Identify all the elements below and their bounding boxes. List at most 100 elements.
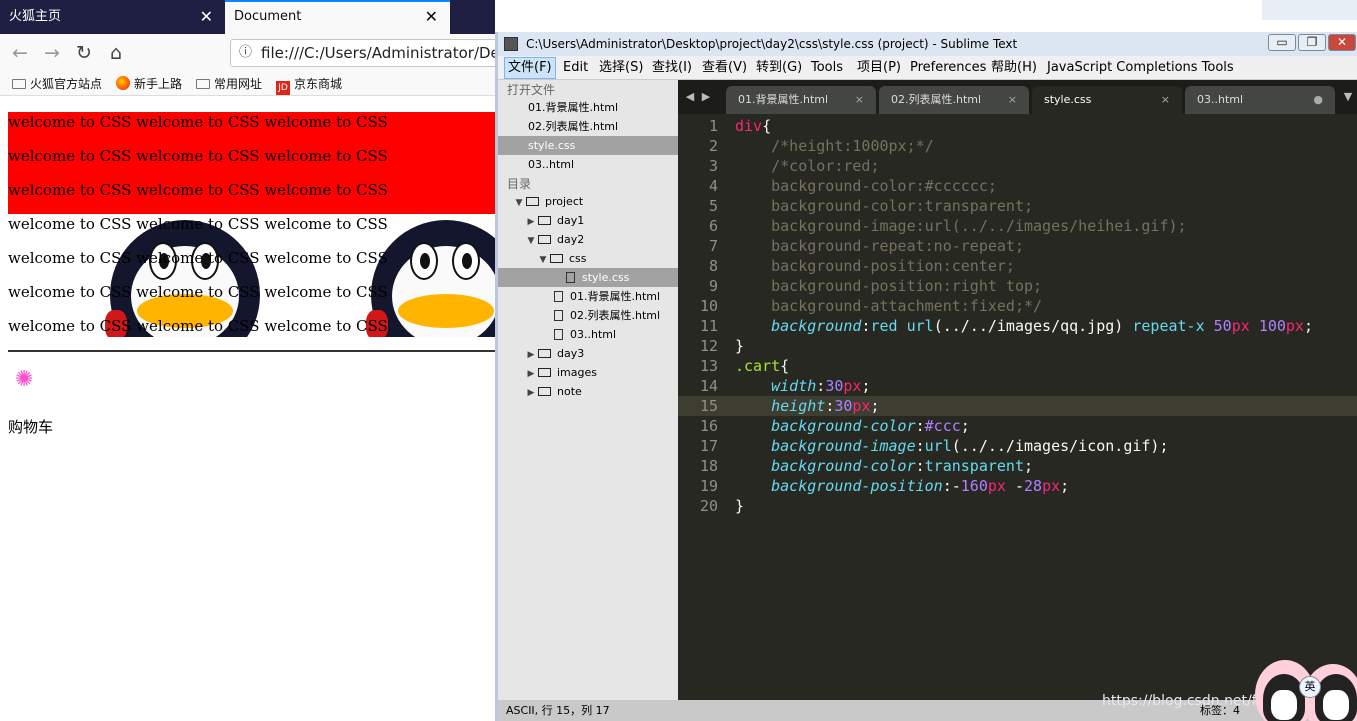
tree-folder-images[interactable]: ▶ images (498, 363, 678, 382)
window-title: C:\Users\Administrator\Desktop\project\d… (526, 37, 1018, 51)
menu-view[interactable]: 查看(V) (702, 56, 747, 80)
line-number: 19 (699, 477, 718, 495)
menu-preferences[interactable]: Preferences (910, 56, 986, 80)
back-arrow-icon[interactable]: ← (5, 38, 35, 68)
line-number: 2 (708, 137, 718, 155)
close-icon[interactable]: ✕ (425, 2, 438, 32)
open-files-header: 打开文件 (507, 83, 556, 97)
code-line: background-image:url(../../images/icon.g… (771, 437, 1169, 455)
close-button[interactable]: ✕ (1328, 34, 1356, 51)
home-icon[interactable]: ⌂ (101, 38, 131, 68)
line-number: 17 (699, 437, 718, 455)
line-number: 10 (699, 297, 718, 315)
tree-folder-project[interactable]: ▼ project (498, 192, 678, 211)
line-number: 3 (708, 157, 718, 175)
title-bar: C:\Users\Administrator\Desktop\project\d… (498, 32, 1357, 56)
line-number: 16 (699, 417, 718, 435)
tab-document[interactable]: Document ✕ (225, 0, 450, 34)
menu-project[interactable]: 项目(P) (857, 56, 901, 80)
code-line: background-position:right top; (771, 277, 1043, 295)
firefox-window: 火狐主页 ✕ Document ✕ ← → ↻ ⌂ ⓘ file:///C:/U… (0, 0, 521, 721)
tab-list-html[interactable]: 02.列表属性.html × (879, 86, 1029, 114)
tree-folder-css[interactable]: ▼ css (498, 249, 678, 268)
menu-js-completions[interactable]: JavaScript Completions Tools (1047, 56, 1234, 80)
forward-arrow-icon[interactable]: → (37, 38, 67, 68)
menu-file[interactable]: 文件(F) (504, 57, 556, 79)
bookmarks-toolbar: 火狐官方站点 新手上路 常用网址 JD 京东商城 (0, 72, 495, 96)
tab-list-dropdown-icon[interactable]: ▼ (1340, 80, 1356, 114)
tree-file[interactable]: 03..html (498, 325, 678, 344)
menu-selection[interactable]: 选择(S) (599, 56, 643, 80)
code-line: background-color:transparent; (771, 197, 1034, 215)
open-file-item[interactable]: 02.列表属性.html (498, 117, 678, 136)
folder-label: day2 (557, 233, 585, 246)
bookmark-firefox-site[interactable]: 火狐官方站点 (12, 72, 102, 96)
close-icon[interactable]: × (855, 86, 864, 114)
menu-goto[interactable]: 转到(G) (756, 56, 802, 80)
line-number: 6 (708, 217, 718, 235)
maximize-button[interactable]: ❐ (1298, 34, 1326, 51)
folder-icon (12, 79, 26, 89)
menu-edit[interactable]: Edit (563, 56, 588, 80)
code-line: background-color:transparent; (771, 457, 1034, 475)
folder-open-icon (538, 235, 551, 244)
tree-folder-day1[interactable]: ▶ day1 (498, 211, 678, 230)
line-number: 11 (699, 317, 718, 335)
bookmark-jd[interactable]: JD 京东商城 (276, 72, 342, 96)
tree-file-style[interactable]: style.css (498, 268, 678, 287)
line-number: 13 (699, 357, 718, 375)
menu-help[interactable]: 帮助(H) (991, 56, 1037, 80)
line-number: 7 (708, 237, 718, 255)
tab-background-html[interactable]: 01.背景属性.html × (726, 86, 876, 114)
line-number: 18 (699, 457, 718, 475)
tree-folder-note[interactable]: ▶ note (498, 382, 678, 401)
code-line: background:red url(../../images/qq.jpg) … (771, 317, 1313, 335)
file-label: style.css (582, 271, 630, 284)
reload-icon[interactable]: ↻ (69, 38, 99, 68)
ime-badge[interactable]: 英 (1299, 676, 1321, 698)
open-file-item[interactable]: style.css (498, 136, 678, 155)
tree-folder-day3[interactable]: ▶ day3 (498, 344, 678, 363)
minimize-button[interactable]: ▭ (1268, 34, 1296, 51)
collapsed-arrow-icon[interactable]: ▶ (524, 384, 538, 403)
bookmark-common-sites[interactable]: 常用网址 (196, 72, 262, 96)
unsaved-dot-icon[interactable]: ● (1313, 86, 1323, 114)
horizontal-rule (8, 350, 495, 352)
code-editor[interactable]: 1 2 3 4 5 6 7 8 9 10 11 12 13 14 15 16 1… (678, 114, 1357, 700)
info-icon[interactable]: ⓘ (239, 40, 252, 66)
file-icon (554, 291, 563, 302)
sidebar: 打开文件 01.背景属性.html 02.列表属性.html style.css… (498, 80, 678, 700)
code-line: width:30px; (771, 377, 871, 395)
url-text: file:///C:/Users/Administrator/Deskt (261, 44, 505, 62)
folder-open-icon (550, 254, 563, 263)
welcome-line: welcome to CSS welcome to CSS welcome to… (8, 215, 388, 233)
tree-file[interactable]: 01.背景属性.html (498, 287, 678, 306)
close-icon[interactable]: × (1008, 86, 1017, 114)
line-number: 9 (708, 277, 718, 295)
menu-tools[interactable]: Tools (811, 56, 843, 80)
close-icon[interactable]: ✕ (200, 0, 213, 34)
code-line: background-position:center; (771, 257, 1015, 275)
open-file-item[interactable]: 03..html (498, 155, 678, 174)
tab-style-css[interactable]: style.css × (1032, 86, 1182, 114)
folder-label: note (557, 385, 582, 398)
code-line: background-color:#cccccc; (771, 177, 997, 195)
open-file-item[interactable]: 01.背景属性.html (498, 98, 678, 117)
folder-label: project (545, 195, 584, 208)
file-label: 02.列表属性.html (570, 309, 661, 322)
tab-left-arrow-icon[interactable]: ◀ (682, 80, 698, 114)
menu-find[interactable]: 查找(I) (652, 56, 692, 80)
url-bar[interactable]: ⓘ file:///C:/Users/Administrator/Deskt (230, 39, 505, 67)
tab-label: 03..html (1197, 93, 1244, 106)
tab-firefox-home[interactable]: 火狐主页 ✕ (0, 0, 225, 34)
editor-tabs: ◀ ▶ 01.背景属性.html × 02.列表属性.html × style.cs… (678, 80, 1357, 114)
bookmark-getting-started[interactable]: 新手上路 (116, 72, 182, 96)
folders-header: 目录 (507, 177, 532, 191)
tree-folder-day2[interactable]: ▼ day2 (498, 230, 678, 249)
tree-file[interactable]: 02.列表属性.html (498, 306, 678, 325)
tab-03-html[interactable]: 03..html ● (1185, 86, 1335, 114)
close-icon[interactable]: × (1161, 86, 1170, 114)
tab-right-arrow-icon[interactable]: ▶ (698, 80, 714, 114)
welcome-line: welcome to CSS welcome to CSS welcome to… (8, 113, 388, 131)
desktop: 火狐主页 ✕ Document ✕ ← → ↻ ⌂ ⓘ file:///C:/U… (0, 0, 1357, 721)
